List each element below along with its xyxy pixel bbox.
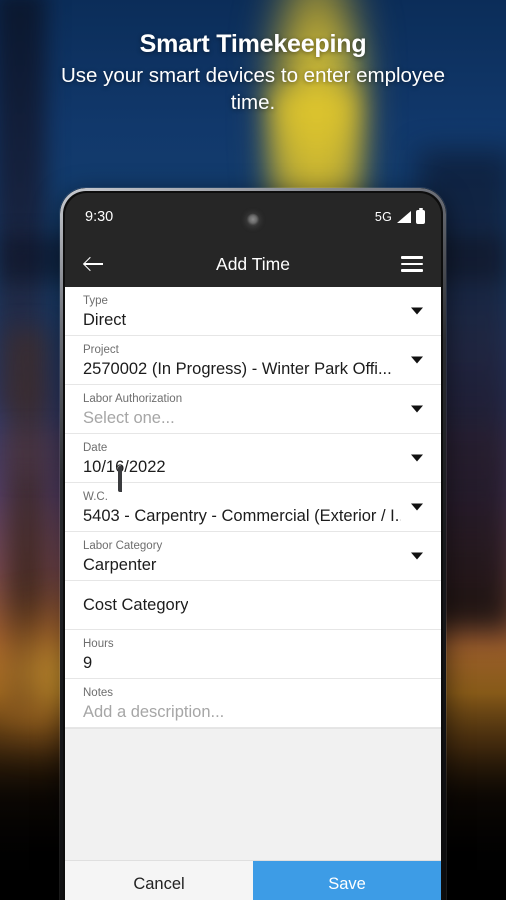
form-field-labor-category[interactable]: Labor Category Carpenter [65, 532, 441, 581]
front-camera-icon [246, 213, 260, 227]
field-value-project[interactable]: 2570002 (In Progress) - Winter Park Offi… [83, 358, 401, 380]
hamburger-menu-icon[interactable] [401, 256, 423, 272]
form-field-labor-authorization[interactable]: Labor Authorization Select one... [65, 385, 441, 434]
add-time-form: Type Direct Project 2570002 (In Progress) -… [65, 287, 441, 728]
page-title: Add Time [216, 253, 290, 274]
field-label-labor-authorization: Labor Authorization [83, 393, 183, 405]
back-arrow-icon[interactable] [83, 255, 105, 273]
field-value-labor-authorization[interactable]: Select one... [83, 407, 401, 429]
form-empty-area [65, 728, 441, 860]
hamburger-line [401, 262, 423, 266]
field-label-date: Date [83, 442, 108, 454]
hamburger-line [401, 256, 423, 259]
field-label-type: Type [83, 295, 108, 307]
chevron-down-icon[interactable] [411, 405, 423, 413]
chevron-down-icon[interactable] [411, 356, 423, 364]
app-bar: Add Time [65, 241, 441, 287]
add-time-screen: Type Direct Project 2570002 (In Progress) -… [65, 287, 441, 900]
field-value-type[interactable]: Direct [83, 309, 401, 331]
battery-full-icon [416, 210, 425, 224]
promo-text-block: Smart Timekeeping Use your smart devices… [0, 28, 506, 116]
form-field-project[interactable]: Project 2570002 (In Progress) - Winter Pa… [65, 336, 441, 385]
chevron-down-icon[interactable] [411, 503, 423, 511]
field-value-notes[interactable]: Add a description... [83, 701, 401, 723]
status-bar: 9:30 5G [65, 193, 441, 241]
phone-mockup: 9:30 5G Add Time Type Direct Project 257000… [60, 188, 446, 900]
field-value-hours[interactable]: 9 [83, 652, 401, 674]
field-value-wc[interactable]: 5403 - Carpentry - Commercial (Exterior … [83, 505, 401, 527]
status-bar-indicators: 5G [375, 210, 425, 224]
form-action-bar: Cancel Save [65, 860, 441, 900]
field-value-labor-category[interactable]: Carpenter [83, 554, 401, 576]
volume-button-left[interactable] [118, 466, 122, 492]
field-label-notes: Notes [83, 687, 114, 699]
chevron-down-icon[interactable] [411, 454, 423, 462]
form-field-type[interactable]: Type Direct [65, 287, 441, 336]
form-field-hours[interactable]: Hours 9 [65, 630, 441, 679]
field-label-hours: Hours [83, 638, 114, 650]
signal-triangle-icon [397, 211, 411, 223]
phone-screen: 9:30 5G Add Time Type Direct Project 257000… [65, 193, 441, 900]
hamburger-line [401, 269, 423, 272]
cancel-button[interactable]: Cancel [65, 861, 253, 900]
chevron-down-icon[interactable] [411, 552, 423, 560]
promo-headline: Smart Timekeeping [139, 30, 367, 58]
field-label-project: Project [83, 344, 119, 356]
form-field-cost-category[interactable]: Cost Category [65, 581, 441, 630]
form-field-notes[interactable]: Notes Add a description... [65, 679, 441, 728]
field-value-cost-category[interactable]: Cost Category [83, 594, 188, 616]
field-label-labor-category: Labor Category [83, 540, 163, 552]
network-type-label: 5G [374, 210, 392, 224]
status-bar-clock: 9:30 [85, 209, 114, 225]
promo-subheadline: Use your smart devices to enter employee… [61, 64, 445, 115]
field-value-date[interactable]: 10/16/2022 [83, 456, 401, 478]
save-button[interactable]: Save [253, 861, 441, 900]
field-label-wc: W.C. [83, 491, 108, 503]
chevron-down-icon[interactable] [411, 307, 423, 315]
